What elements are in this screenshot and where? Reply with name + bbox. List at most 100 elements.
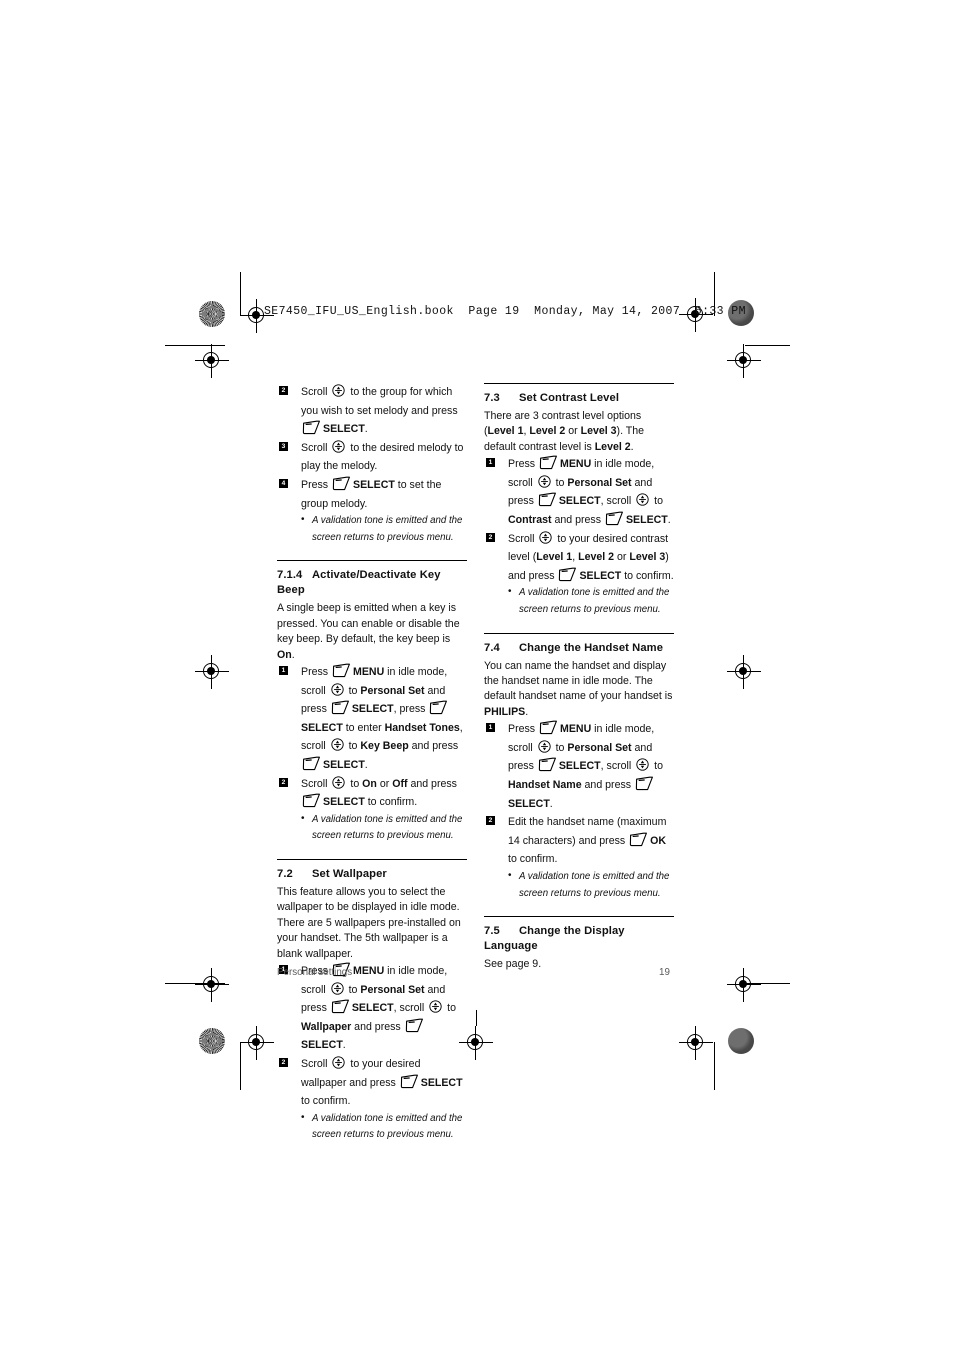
emphasis-term: SELECT [579, 569, 622, 582]
step-text: Press MENU in idle mode, scroll to Perso… [301, 663, 463, 771]
emphasis-term: OK [650, 834, 667, 847]
section-title: Set Contrast Level [519, 392, 620, 404]
scroll-updown-icon [332, 440, 346, 453]
section-note-list: A validation tone is emitted and the scr… [277, 1110, 467, 1144]
emphasis-term: Personal Set [567, 741, 632, 754]
validation-note: A validation tone is emitted and the scr… [508, 584, 674, 618]
section-title: Set Wallpaper [312, 867, 387, 880]
emphasis-term: SELECT [351, 1002, 394, 1015]
scroll-updown-icon [636, 758, 649, 772]
emphasis-term: SELECT [625, 514, 668, 526]
section-intro-paragraph: This feature allows you to select the wa… [277, 885, 461, 960]
instruction-step-list: 1 Press MENU in idle mode, scroll to Pers… [277, 663, 467, 812]
emphasis-term: Personal Set [567, 476, 632, 489]
instruction-step-list: 1 Press MENU in idle mode, scroll to Pers… [484, 455, 674, 585]
emphasis-term: Level 3 [629, 551, 666, 564]
section-number: 7.1.4 [277, 569, 303, 582]
step-text: Scroll to On or Off and press SELECT to … [301, 775, 457, 809]
emphasis-term: SELECT [558, 760, 601, 773]
instruction-step-list: 1 Press MENU in idle mode, scroll to Pers… [484, 720, 674, 869]
emphasis-term: Level 3 [580, 425, 617, 438]
crop-line-left-vertical-bottom [240, 1042, 241, 1090]
section-heading: 7.2 Set Wallpaper [277, 867, 467, 882]
section-intro-paragraph: See page 9. [484, 958, 542, 971]
scroll-updown-icon [538, 475, 551, 488]
instruction-step: 1 Press MENU in idle mode, scroll to Pers… [484, 455, 674, 529]
emphasis-term: Off [392, 777, 408, 790]
scroll-updown-icon [332, 1056, 346, 1069]
crop-line-bottom-left [165, 983, 225, 984]
step-text: Edit the handset name (maximum 14 charac… [508, 816, 667, 866]
instruction-step: 2 Scroll to your desired contrast level (… [484, 530, 674, 586]
emphasis-term: SELECT [353, 478, 395, 491]
step-text: Press MENU in idle mode, scroll to Perso… [508, 455, 671, 526]
section-intro-paragraph: A single beep is emitted when a key is p… [277, 602, 460, 661]
emphasis-term: Key Beep [360, 740, 409, 753]
emphasis-term: SELECT [323, 758, 365, 771]
section-divider [484, 383, 674, 384]
emphasis-term: SELECT [301, 1039, 343, 1052]
crop-line-top [165, 345, 225, 346]
emphasis-term: Handset Name [508, 778, 582, 791]
section-number: 7.4 [484, 641, 500, 654]
emphasis-term: Level 2 [578, 551, 615, 564]
section-note-list: A validation tone is emitted and the scr… [484, 868, 674, 902]
emphasis-term: Level 2 [529, 425, 566, 438]
section-title: Change the Handset Name [519, 641, 664, 654]
registration-mark-right-lower [727, 968, 761, 1002]
softkey-icon [629, 832, 648, 847]
validation-note: A validation tone is emitted and the scr… [301, 811, 467, 845]
right-text-column: 7.3 Set Contrast Level There are 3 contras… [484, 383, 674, 973]
registration-mark-bottom-left [240, 1026, 274, 1060]
softkey-icon [400, 1074, 419, 1089]
emphasis-term: SELECT [420, 1076, 463, 1089]
registration-mark-left-lower [195, 968, 229, 1002]
emphasis-term: SELECT [323, 423, 365, 436]
left-text-column: 2 Scroll to the group for which you wish … [277, 383, 467, 1144]
softkey-icon [539, 455, 558, 470]
softkey-icon [331, 999, 350, 1014]
section-divider [277, 560, 467, 562]
validation-note: A validation tone is emitted and the scr… [301, 1110, 467, 1144]
softkey-icon [332, 476, 351, 491]
section-intro-paragraph: You can name the handset and display the… [484, 659, 673, 718]
emphasis-term: Level 1 [487, 425, 524, 438]
crop-line-right-vertical-bottom [714, 1042, 715, 1090]
instruction-step: 2 Scroll to On or Off and press SELECT to… [277, 775, 467, 812]
emphasis-term: SELECT [558, 495, 601, 508]
scroll-updown-icon [538, 740, 551, 753]
step-number-badge: 2 [279, 777, 288, 787]
registration-mark-bottom-right [679, 1026, 713, 1060]
emphasis-term: MENU [353, 665, 385, 678]
book-file-header: SE7450_IFU_US_English.book Page 19 Monda… [264, 305, 746, 318]
halftone-patch-bottom-right [728, 1028, 754, 1054]
instruction-step: 4 Press SELECT to set the group melody. [277, 476, 467, 513]
crop-line-center-vertical-bottom [476, 1010, 477, 1026]
scroll-updown-icon [331, 981, 344, 995]
step-text: Scroll to your desired wallpaper and pre… [301, 1056, 463, 1108]
softkey-icon [558, 567, 577, 582]
footer-page-number: 19 [659, 967, 670, 978]
softkey-icon [605, 511, 624, 526]
emphasis-term: MENU [560, 723, 592, 736]
scroll-updown-icon [429, 1000, 442, 1013]
instruction-step: 2 Scroll to your desired wallpaper and pr… [277, 1055, 467, 1111]
step-number-badge: 3 [279, 441, 288, 451]
step-text: Press MENU in idle mode, scroll to Perso… [508, 720, 663, 810]
section-divider [484, 916, 674, 918]
section-heading: 7.4 Change the Handset Name [484, 641, 674, 656]
emphasis-term: On [277, 648, 292, 661]
section-number: 7.2 [277, 867, 293, 880]
softkey-icon [429, 700, 448, 715]
softkey-icon [539, 720, 558, 735]
emphasis-term: SELECT [323, 796, 365, 809]
emphasis-term: SELECT [351, 703, 394, 716]
instruction-step: 1 Press MENU in idle mode, scroll to Pers… [484, 720, 674, 813]
softkey-icon [302, 793, 321, 808]
section-intro-paragraph: There are 3 contrast level options (Leve… [484, 410, 645, 453]
step-text: Scroll to the desired melody to play the… [301, 440, 464, 473]
step-number-badge: 2 [279, 1057, 288, 1067]
step-number-badge: 1 [486, 458, 495, 468]
registration-mark-right-middle [727, 655, 761, 689]
section-note-list: A validation tone is emitted and the scr… [484, 584, 674, 618]
